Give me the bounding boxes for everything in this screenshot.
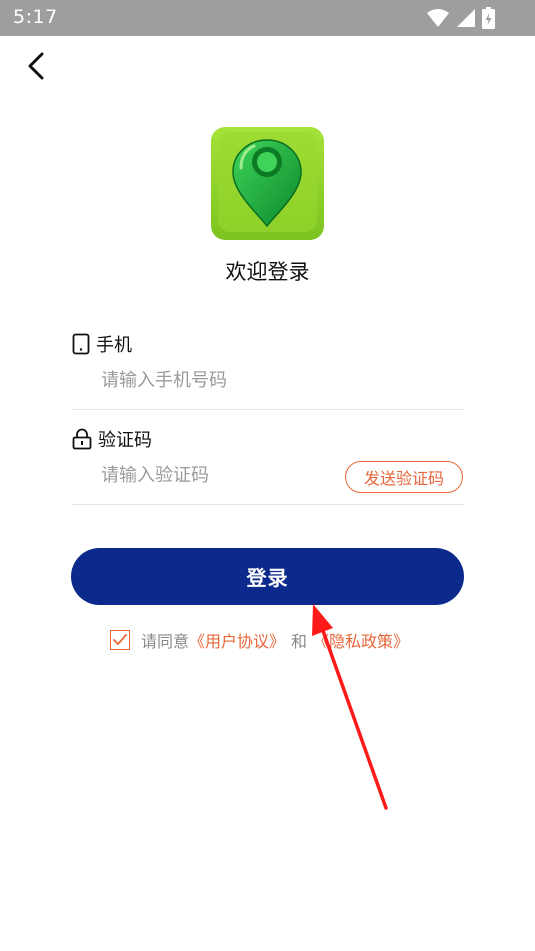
agreement-row: 请同意 《用户协议》 和 《隐私政策》 [110, 628, 409, 652]
battery-icon [482, 7, 495, 29]
agree-checkbox[interactable] [110, 630, 130, 650]
code-label: 验证码 [98, 430, 152, 451]
back-button[interactable] [22, 50, 52, 82]
agree-prefix: 请同意 [141, 632, 190, 651]
welcome-title: 欢迎登录 [225, 260, 310, 284]
divider [72, 409, 464, 410]
status-icons [426, 7, 495, 29]
map-pin-icon [211, 127, 324, 240]
signal-icon [457, 9, 475, 27]
lock-icon [72, 428, 92, 450]
app-logo [210, 126, 325, 241]
send-code-button[interactable]: 发送验证码 [345, 461, 463, 493]
privacy-policy-link[interactable]: 《隐私政策》 [313, 628, 409, 652]
code-input[interactable] [101, 462, 331, 490]
code-label-row: 验证码 [72, 426, 152, 452]
divider [72, 504, 464, 505]
wifi-icon [427, 9, 449, 27]
chevron-left-icon [28, 52, 44, 80]
status-bar: 5:17 [0, 0, 535, 36]
phone-label-row: 手机 [72, 331, 132, 357]
user-agreement-link[interactable]: 《用户协议》 [189, 628, 285, 652]
phone-label: 手机 [96, 335, 132, 356]
phone-icon [72, 333, 90, 355]
login-button[interactable]: 登录 [71, 548, 464, 605]
checkmark-icon [113, 634, 127, 645]
status-time: 5:17 [13, 6, 58, 28]
agree-and-text: 和 [291, 632, 308, 651]
phone-input[interactable] [101, 367, 401, 395]
